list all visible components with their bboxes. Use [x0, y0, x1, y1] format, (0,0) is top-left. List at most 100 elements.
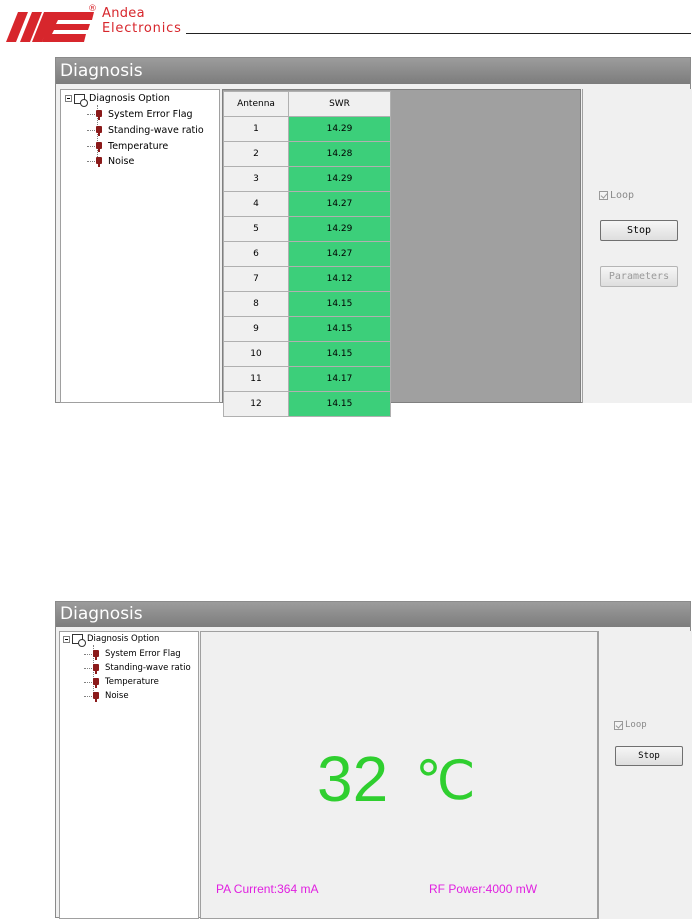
- antenna-cell: 6: [223, 241, 289, 267]
- antenna-cell: 5: [223, 216, 289, 242]
- swr-cell: 14.15: [288, 341, 391, 367]
- pin-icon: [96, 126, 102, 136]
- pa-current: PA Current:364 mA: [216, 882, 319, 896]
- swr-cell: 14.29: [288, 166, 391, 192]
- tree-item-label: Temperature: [108, 141, 169, 152]
- antenna-cell: 9: [223, 316, 289, 342]
- collapse-icon[interactable]: [63, 635, 70, 643]
- tree-item-label: Temperature: [105, 677, 159, 687]
- diagnosis-tree: Diagnosis Option System Error Flag Stand…: [60, 89, 220, 403]
- rf-power: RF Power:4000 mW: [429, 882, 538, 896]
- table-row[interactable]: 9 14.15: [223, 316, 391, 342]
- tree-root-label: Diagnosis Option: [89, 93, 170, 104]
- registered-mark: ®: [88, 4, 97, 14]
- swr-cell: 14.15: [288, 391, 391, 417]
- tree-item-label: Noise: [108, 156, 135, 167]
- antenna-cell: 10: [223, 341, 289, 367]
- swr-grid-area: Antenna SWR 1 14.29 2 14.28 3 14.29 4 14.27 5 14.…: [222, 89, 581, 417]
- antenna-cell: 7: [223, 266, 289, 292]
- swr-cell: 14.28: [288, 141, 391, 167]
- table-row[interactable]: 10 14.15: [223, 341, 391, 367]
- tree-item-system-error-flag[interactable]: System Error Flag: [87, 109, 193, 120]
- antenna-cell: 4: [223, 191, 289, 217]
- temperature-display: 32 ℃ PA Current:364 mA RF Power:4000 mW: [200, 631, 598, 919]
- pin-icon: [96, 157, 102, 167]
- antenna-cell: 3: [223, 166, 289, 192]
- table-row[interactable]: 12 14.15: [223, 391, 391, 417]
- pin-icon: [96, 110, 102, 120]
- swr-cell: 14.29: [288, 116, 391, 142]
- controls-pane: Loop Stop: [598, 631, 692, 919]
- panel-title: Diagnosis: [56, 58, 690, 84]
- company-line2: Electronics: [102, 21, 182, 36]
- tree-item-label: Noise: [105, 691, 129, 701]
- antenna-cell: 8: [223, 291, 289, 317]
- pin-icon: [93, 649, 99, 660]
- tree-item-noise[interactable]: Noise: [87, 156, 134, 167]
- column-header-antenna[interactable]: Antenna: [223, 91, 289, 117]
- andea-logo: [6, 12, 96, 42]
- loop-label: Loop: [610, 190, 635, 201]
- tree-item-label: System Error Flag: [105, 649, 181, 659]
- tree-item-system-error-flag[interactable]: System Error Flag: [84, 649, 181, 660]
- stop-button[interactable]: Stop: [615, 746, 683, 766]
- antenna-cell: 11: [223, 366, 289, 392]
- swr-cell: 14.29: [288, 216, 391, 242]
- folder-gear-icon: [72, 634, 86, 647]
- diagnosis-panel-swr: Diagnosis Diagnosis Option System Error …: [55, 57, 692, 417]
- company-line1: Andea: [102, 6, 145, 21]
- pin-icon: [93, 677, 99, 688]
- table-row[interactable]: 4 14.27: [223, 191, 391, 217]
- tree-root-label: Diagnosis Option: [87, 634, 160, 644]
- tree-item-standing-wave-ratio[interactable]: Standing-wave ratio: [87, 125, 204, 136]
- table-row[interactable]: 5 14.29: [223, 216, 391, 242]
- antenna-cell: 2: [223, 141, 289, 167]
- swr-cell: 14.17: [288, 366, 391, 392]
- table-row[interactable]: 3 14.29: [223, 166, 391, 192]
- tree-item-temperature[interactable]: Temperature: [87, 141, 168, 152]
- stop-button[interactable]: Stop: [600, 220, 678, 241]
- swr-cell: 14.27: [288, 241, 391, 267]
- tree-item-standing-wave-ratio[interactable]: Standing-wave ratio: [84, 663, 191, 674]
- tree-item-label: Standing-wave ratio: [105, 663, 191, 673]
- tree-item-label: System Error Flag: [108, 109, 193, 120]
- table-row[interactable]: 2 14.28: [223, 141, 391, 167]
- temperature-unit: ℃: [415, 749, 476, 812]
- table-row[interactable]: 7 14.12: [223, 266, 391, 292]
- loop-checkbox[interactable]: Loop: [599, 190, 634, 201]
- panel-title: Diagnosis: [56, 602, 690, 627]
- table-row[interactable]: 11 14.17: [223, 366, 391, 392]
- loop-label: Loop: [625, 720, 647, 730]
- folder-gear-icon: [74, 93, 88, 107]
- pin-icon: [96, 142, 102, 152]
- parameters-button[interactable]: Parameters: [600, 266, 678, 287]
- swr-cell: 14.15: [288, 316, 391, 342]
- company-name: ® Andea Electronics: [88, 4, 182, 36]
- loop-checkbox[interactable]: Loop: [614, 720, 647, 730]
- tree-root-diagnosis-option[interactable]: Diagnosis Option: [63, 634, 160, 647]
- table-row[interactable]: 6 14.27: [223, 241, 391, 267]
- swr-cell: 14.27: [288, 191, 391, 217]
- tree-item-temperature[interactable]: Temperature: [84, 677, 159, 688]
- controls-pane: Loop Stop Parameters: [582, 89, 692, 403]
- diagnosis-panel-temperature: Diagnosis Diagnosis Option System Error …: [55, 601, 692, 919]
- column-header-swr[interactable]: SWR: [288, 91, 391, 117]
- swr-cell: 14.12: [288, 266, 391, 292]
- pin-icon: [93, 691, 99, 702]
- tree-item-noise[interactable]: Noise: [84, 691, 129, 702]
- antenna-cell: 12: [223, 391, 289, 417]
- checkbox-checked-icon[interactable]: [614, 720, 623, 730]
- table-row[interactable]: 8 14.15: [223, 291, 391, 317]
- table-row[interactable]: 1 14.29: [223, 116, 391, 142]
- checkbox-checked-icon[interactable]: [599, 191, 608, 200]
- tree-item-label: Standing-wave ratio: [108, 125, 204, 136]
- pin-icon: [93, 663, 99, 674]
- swr-table: Antenna SWR 1 14.29 2 14.28 3 14.29 4 14.27 5 14.…: [223, 91, 391, 417]
- diagnosis-tree: Diagnosis Option System Error Flag Stand…: [59, 631, 199, 919]
- header-divider: [186, 33, 691, 34]
- temperature-value: 32: [317, 743, 389, 815]
- collapse-icon[interactable]: [65, 95, 72, 102]
- swr-cell: 14.15: [288, 291, 391, 317]
- antenna-cell: 1: [223, 116, 289, 142]
- tree-root-diagnosis-option[interactable]: Diagnosis Option: [65, 93, 170, 107]
